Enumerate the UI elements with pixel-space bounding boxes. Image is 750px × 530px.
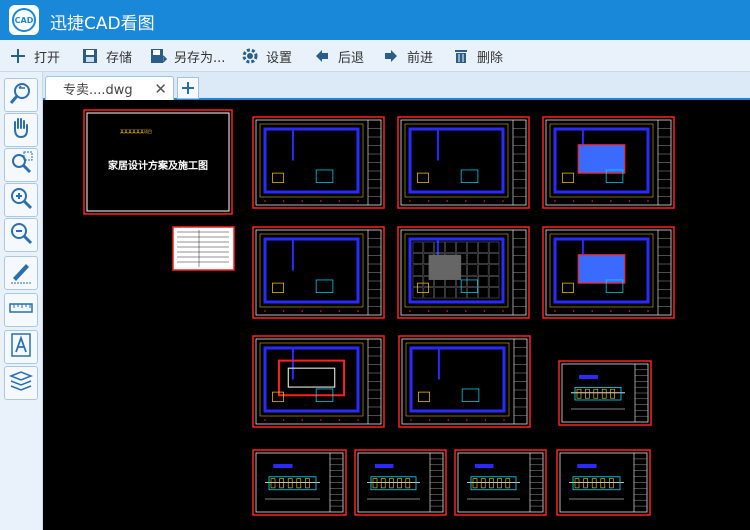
drawing-sheet-thumbnail[interactable] — [252, 226, 385, 319]
drawing-sheet-thumbnail[interactable] — [397, 226, 530, 319]
close-icon[interactable]: ✕ — [154, 80, 167, 98]
zoom-window-button[interactable] — [4, 148, 38, 182]
delete-label: 删除 — [477, 50, 504, 66]
drawing-sheet-thumbnail[interactable] — [556, 449, 651, 516]
drawing-canvas[interactable]: 某某某某某某项目 家居设计方案及施工图 — [43, 100, 750, 530]
text-a-icon — [8, 332, 34, 362]
tool-sidebar — [0, 72, 43, 530]
drawing-sheet-thumbnail[interactable] — [454, 449, 547, 516]
text-button[interactable] — [4, 330, 38, 364]
pencil-icon — [8, 258, 34, 288]
back-arrow-icon — [312, 46, 332, 66]
zoom-out-icon — [8, 220, 34, 250]
drawing-sheet-thumbnail[interactable] — [252, 116, 385, 209]
cad-drawing: 某某某某某某项目 家居设计方案及施工图 — [83, 109, 675, 516]
save-as-button[interactable]: 另存为... — [148, 44, 225, 68]
floppy-disk-icon — [80, 46, 100, 66]
back-button[interactable]: 后退 — [312, 44, 364, 68]
forward-button[interactable]: 前进 — [381, 44, 433, 68]
save-as-icon — [148, 46, 168, 66]
drawing-sheet-thumbnail[interactable] — [397, 116, 530, 209]
trash-icon — [451, 46, 471, 66]
drawing-sheet-thumbnail[interactable] — [558, 360, 652, 426]
open-label: 打开 — [34, 50, 61, 66]
zoom-in-button[interactable] — [4, 183, 38, 217]
layers-button[interactable] — [4, 366, 38, 400]
app-logo-text: CAD — [14, 15, 34, 25]
plus-icon — [8, 46, 28, 66]
drawing-sheet-thumbnail[interactable] — [354, 449, 447, 516]
open-button[interactable]: 打开 — [8, 44, 60, 68]
delete-button[interactable]: 删除 — [451, 44, 503, 68]
plus-icon — [182, 82, 194, 94]
tab-label: 专卖....dwg — [63, 83, 133, 98]
title-bar: CAD 迅捷CAD看图 — [0, 0, 750, 40]
app-title: 迅捷CAD看图 — [50, 14, 155, 34]
add-tab-button[interactable] — [177, 77, 199, 99]
ruler-icon — [8, 295, 34, 325]
layers-icon — [8, 368, 34, 398]
forward-label: 前进 — [407, 50, 434, 66]
tab-drawing[interactable]: 专卖....dwg ✕ — [45, 76, 174, 100]
zoom-in-icon — [8, 185, 34, 215]
toolbar: 打开 存储 另存为... 设置 后退 前进 删除 — [0, 40, 750, 72]
settings-button[interactable]: 设置 — [240, 44, 292, 68]
drawing-sheet-thumbnail[interactable] — [252, 335, 385, 428]
save-as-label: 另存为... — [174, 50, 226, 66]
drawing-sheet-thumbnail[interactable] — [542, 226, 675, 319]
cover-subtitle: 某某某某某某项目 — [120, 128, 152, 134]
app-logo: CAD — [9, 5, 39, 35]
tab-bar: 专卖....dwg ✕ — [43, 72, 750, 100]
ruler-button[interactable] — [4, 293, 38, 327]
zoom-out-button[interactable] — [4, 218, 38, 252]
settings-label: 设置 — [266, 50, 293, 66]
drawing-sheet-thumbnail[interactable] — [542, 116, 675, 209]
measure-button[interactable] — [4, 256, 38, 290]
drawing-sheet-thumbnail[interactable] — [252, 449, 347, 516]
zoom-previous-icon — [8, 80, 34, 110]
undo-view-button[interactable] — [4, 78, 38, 112]
gear-icon — [240, 46, 260, 66]
cover-title: 家居设计方案及施工图 — [108, 159, 208, 172]
forward-arrow-icon — [381, 46, 401, 66]
drawing-sheet-thumbnail[interactable] — [398, 335, 531, 428]
zoom-window-icon — [8, 150, 34, 180]
save-button[interactable]: 存储 — [80, 44, 132, 68]
pan-button[interactable] — [4, 113, 38, 147]
back-label: 后退 — [338, 50, 365, 66]
save-label: 存储 — [106, 50, 133, 66]
index-sheet-thumbnail[interactable] — [172, 226, 235, 271]
hand-icon — [8, 115, 34, 145]
